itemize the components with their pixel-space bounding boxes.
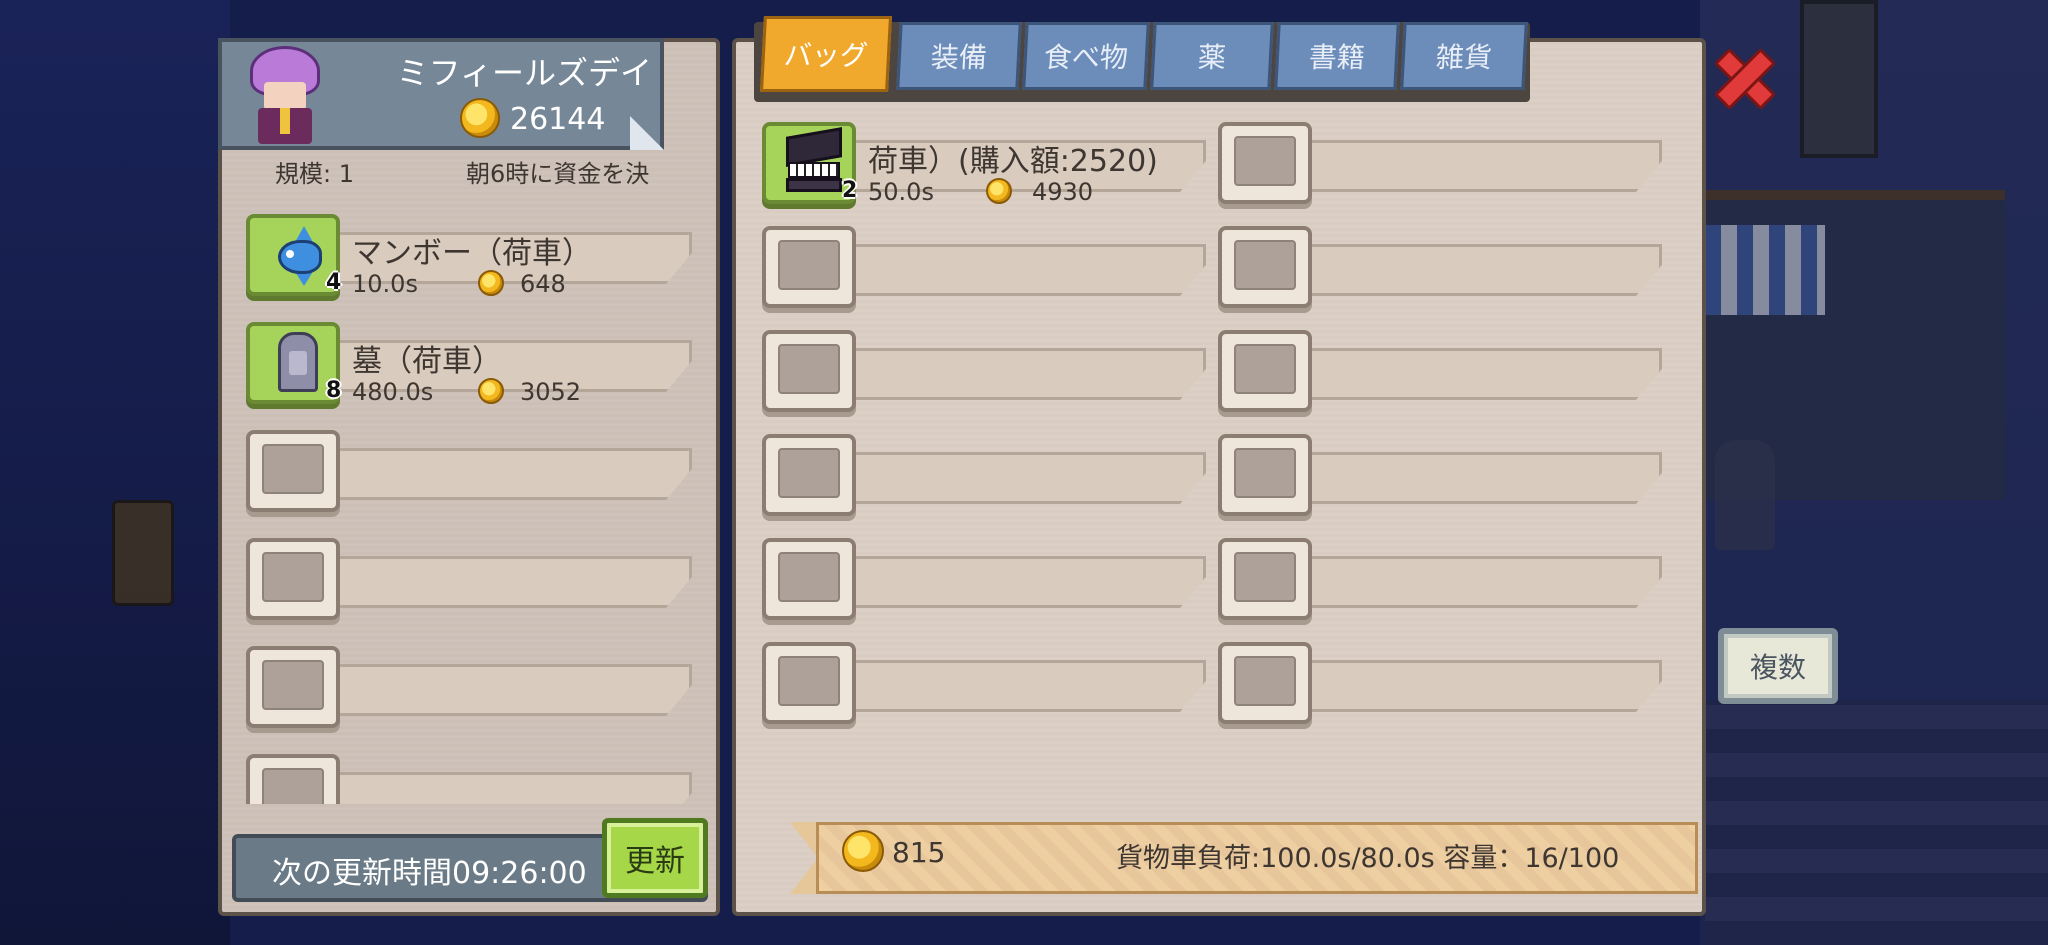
empty-stock-slot[interactable] [240, 430, 692, 512]
shop-scale: 規模: 1 [275, 160, 354, 188]
item-name: 墓（荷車） [352, 344, 502, 379]
empty-bag-slot[interactable] [756, 226, 1206, 308]
empty-bag-slot[interactable] [756, 330, 1206, 412]
tab-food[interactable]: 食べ物 [1022, 22, 1150, 90]
empty-stock-slot[interactable] [240, 646, 692, 728]
background-night-street-left [0, 0, 230, 945]
coin-icon [460, 98, 500, 138]
empty-bag-slot[interactable] [1212, 538, 1662, 620]
empty-bag-slot[interactable] [1212, 434, 1662, 516]
coin-icon [986, 178, 1012, 204]
shop-money: 26144 [510, 102, 606, 137]
stock-item[interactable]: 8 墓（荷車） 480.0s 3052 [240, 322, 692, 406]
shop-name: ミフィールズデイ [396, 54, 652, 92]
tab-equipment[interactable]: 装備 [896, 22, 1022, 90]
sunfish-icon [272, 226, 334, 286]
background-lamp [1800, 0, 1878, 158]
refresh-button[interactable]: 更新 [602, 818, 708, 898]
shopkeeper-avatar [250, 46, 320, 146]
page-fold-icon [630, 116, 664, 150]
tab-bag[interactable]: バッグ [760, 16, 892, 92]
item-quantity: 8 [326, 378, 342, 403]
stock-item[interactable]: 4 マンボー（荷車） 10.0s 648 [240, 214, 692, 298]
background-deck [1705, 700, 2048, 945]
tab-medicine[interactable]: 薬 [1150, 22, 1274, 90]
tab-goods[interactable]: 雑貨 [1400, 22, 1528, 90]
background-pot [112, 500, 174, 606]
empty-bag-slot[interactable] [756, 642, 1206, 724]
empty-bag-slot[interactable] [1212, 642, 1662, 724]
next-refresh-time: 次の更新時間09:26:00 [272, 856, 587, 891]
tab-books[interactable]: 書籍 [1274, 22, 1400, 90]
empty-bag-slot[interactable] [1212, 122, 1662, 204]
item-price: 648 [520, 270, 566, 298]
item-time: 50.0s [868, 178, 934, 206]
item-quantity: 2 [842, 178, 858, 203]
bag-item[interactable]: 2 荷車）(購入額:2520) 50.0s 4930 [756, 122, 1206, 206]
empty-stock-slot[interactable] [240, 754, 692, 804]
coin-icon [478, 378, 504, 404]
grave-icon [278, 332, 318, 392]
coin-icon [478, 270, 504, 296]
background-awning [1705, 225, 1825, 315]
item-time: 10.0s [352, 270, 418, 298]
item-price: 4930 [1032, 178, 1094, 206]
fund-note: 朝6時に資金を決 [466, 160, 650, 188]
close-icon[interactable] [1708, 40, 1774, 110]
bag-grid: 2 荷車）(購入額:2520) 50.0s 4930 [756, 122, 1676, 742]
empty-stock-slot[interactable] [240, 538, 692, 620]
item-name: 荷車）(購入額:2520) [868, 144, 1158, 179]
empty-bag-slot[interactable] [1212, 330, 1662, 412]
item-time: 480.0s [352, 378, 434, 406]
shop-header: ミフィールズデイ 26144 [218, 38, 664, 150]
background-sleeping-npc [1715, 440, 1775, 550]
item-price: 3052 [520, 378, 582, 406]
item-name: マンボー（荷車） [352, 236, 592, 271]
empty-bag-slot[interactable] [756, 434, 1206, 516]
empty-bag-slot[interactable] [1212, 226, 1662, 308]
coin-icon [842, 830, 884, 872]
shop-stock-list[interactable]: 4 マンボー（荷車） 10.0s 648 8 墓（荷車） 480.0s 3052 [240, 214, 700, 804]
multiple-select-button[interactable]: 複数 [1718, 628, 1838, 704]
cargo-load-capacity: 貨物車負荷:100.0s/80.0s 容量：16/100 [1116, 843, 1620, 874]
empty-bag-slot[interactable] [756, 538, 1206, 620]
piano-icon [786, 127, 842, 192]
item-quantity: 4 [326, 270, 342, 295]
player-money: 815 [892, 836, 946, 869]
